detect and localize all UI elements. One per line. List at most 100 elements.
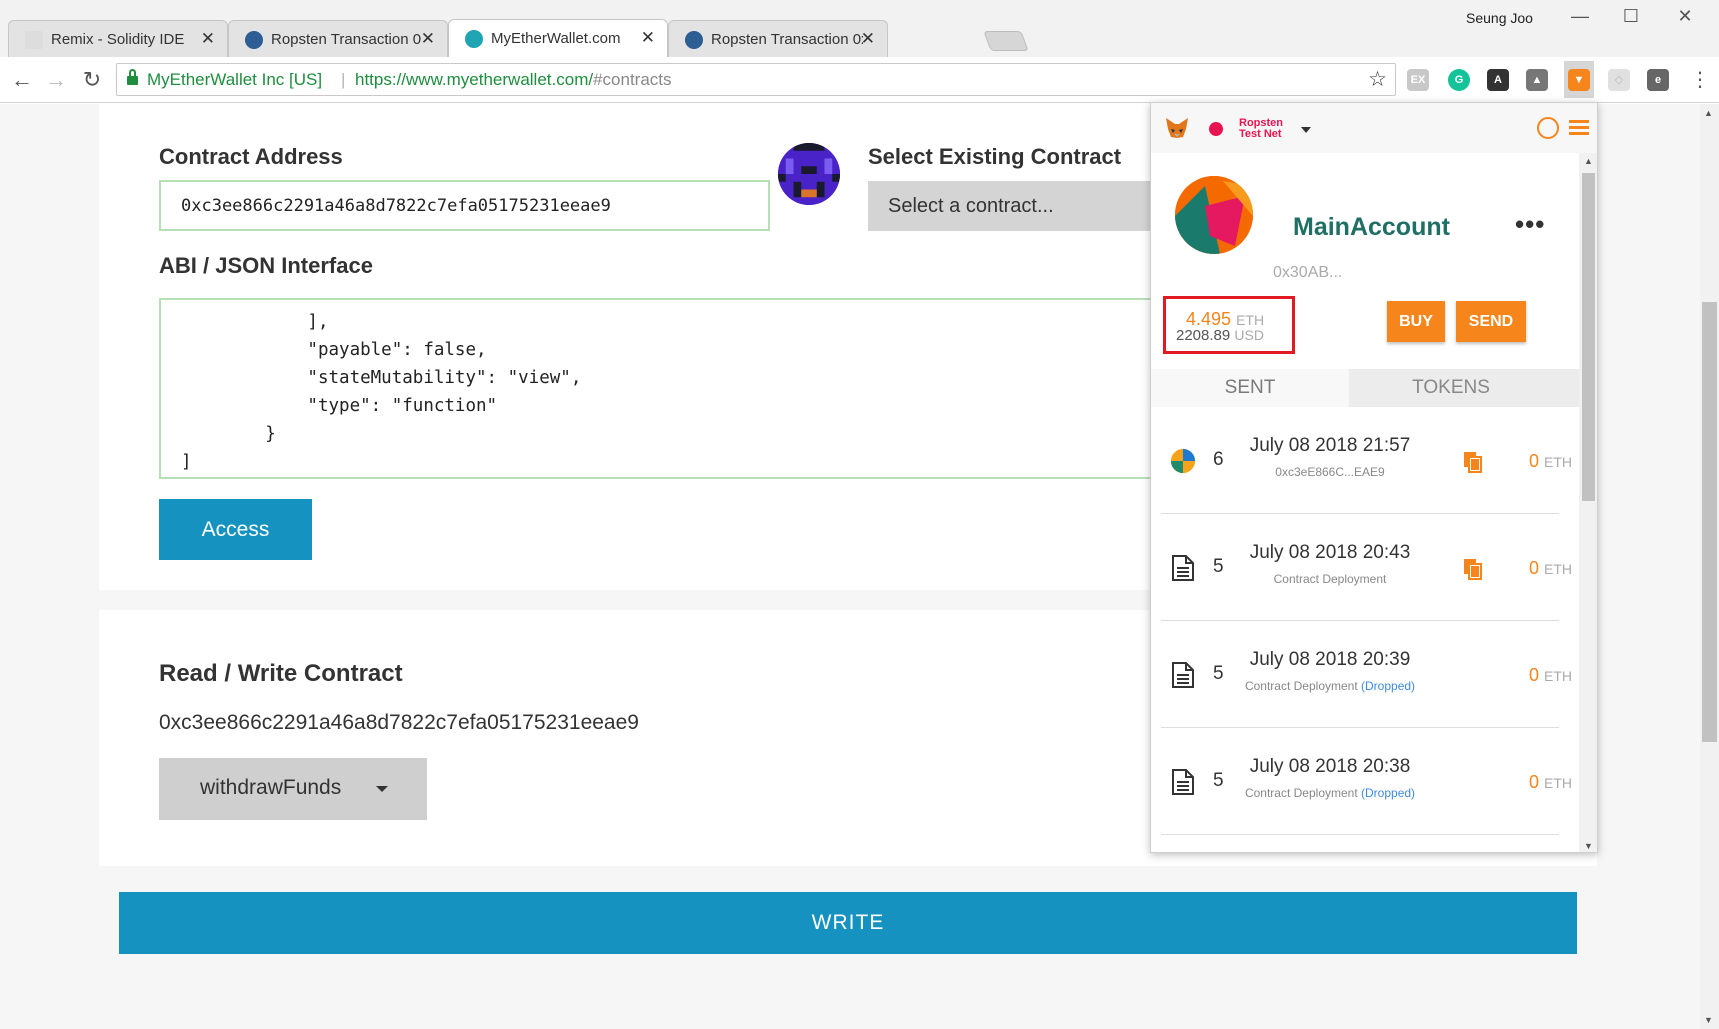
select-contract-dropdown[interactable]: Select a contract... — [868, 181, 1153, 231]
scroll-up-icon[interactable]: ▲ — [1704, 108, 1713, 118]
account-identicon — [1175, 176, 1253, 254]
transaction-amount-value: 0 — [1528, 451, 1539, 471]
close-tab-icon[interactable]: ✕ — [421, 29, 435, 49]
address-separator: | — [341, 70, 346, 89]
transaction-date: July 08 2018 20:39 — [1249, 649, 1411, 670]
ex-icon[interactable]: EX — [1407, 69, 1429, 91]
transaction-row[interactable]: 6 July 08 2018 21:57 0xc3eE866C...EAE9 0… — [1151, 407, 1579, 514]
hamburger-menu-icon[interactable] — [1569, 120, 1589, 138]
browser-tab-strip: Remix - Solidity IDE ✕ Ropsten Transacti… — [0, 0, 1719, 57]
account-options-icon[interactable]: ••• — [1515, 209, 1545, 240]
transaction-status: (Dropped) — [1361, 786, 1416, 800]
transaction-date: July 08 2018 20:38 — [1249, 756, 1411, 777]
network-status-dot — [1209, 122, 1223, 136]
myetherwallet-icon — [465, 30, 483, 48]
browser-tab-ropsten-1[interactable]: Ropsten Transaction 0xa ✕ — [228, 20, 448, 57]
minimize-icon[interactable]: — — [1565, 6, 1595, 27]
shield-icon[interactable]: ◇ — [1608, 69, 1630, 91]
transaction-amount: 0 ETH — [1477, 772, 1572, 793]
document-icon — [1172, 555, 1194, 581]
scroll-down-icon[interactable]: ▼ — [1704, 1015, 1713, 1025]
access-button[interactable]: Access — [159, 499, 312, 560]
balance-eth-unit: ETH — [1236, 312, 1265, 328]
browser-tab-ropsten-2[interactable]: Ropsten Transaction 0x4 ✕ — [668, 20, 888, 57]
scroll-up-icon[interactable]: ▲ — [1584, 156, 1593, 166]
function-selected: withdrawFunds — [200, 776, 342, 799]
document-icon — [1172, 662, 1194, 688]
metamask-fox-icon[interactable]: ▼ — [1568, 69, 1590, 91]
url-text[interactable]: https://www.myetherwallet.com/#contracts — [355, 70, 672, 90]
transaction-list: 6 July 08 2018 21:57 0xc3eE866C...EAE9 0… — [1151, 407, 1579, 852]
select-contract-placeholder: Select a contract... — [888, 195, 1054, 217]
etherscan-icon — [245, 31, 263, 49]
transaction-amount-value: 0 — [1528, 558, 1539, 578]
transaction-amount-unit: ETH — [1544, 775, 1572, 791]
transaction-subtitle: 0xc3eE866C...EAE9 — [1223, 465, 1437, 479]
url-host: https://www.myetherwallet.com/ — [355, 70, 594, 89]
contract-address-value: 0xc3ee866c2291a46a8d7822c7efa05175231eea… — [181, 196, 611, 216]
transaction-subtitle: Contract Deployment (Dropped) — [1223, 679, 1437, 693]
balance-usd-value: 2208.89 — [1176, 327, 1231, 344]
maximize-icon[interactable]: ☐ — [1616, 6, 1646, 27]
new-tab-button[interactable] — [983, 31, 1029, 51]
contract-address-input[interactable]: 0xc3ee866c2291a46a8d7822c7efa05175231eea… — [159, 180, 770, 231]
metamask-scroll-thumb[interactable] — [1582, 173, 1595, 501]
transaction-nonce: 5 — [1213, 663, 1224, 684]
reload-icon[interactable]: ↻ — [78, 67, 106, 93]
tab-tokens[interactable]: TOKENS — [1351, 369, 1551, 407]
select-existing-contract-label: Select Existing Contract — [868, 144, 1122, 169]
close-tab-icon[interactable]: ✕ — [641, 28, 655, 48]
tab-sent[interactable]: SENT — [1151, 369, 1349, 407]
site-identity[interactable]: MyEtherWallet Inc [US] — [147, 70, 322, 90]
account-address[interactable]: 0x30AB... — [1273, 264, 1342, 282]
transaction-row[interactable]: 5 July 08 2018 20:39 Contract Deployment… — [1151, 621, 1579, 728]
write-button[interactable]: WRITE — [119, 892, 1577, 954]
bookmark-icon[interactable]: ▲ — [1526, 69, 1548, 91]
page-scrollbar[interactable]: ▲ ▼ — [1700, 104, 1719, 1029]
close-window-icon[interactable]: ✕ — [1670, 6, 1700, 27]
metamask-tabs: SENT TOKENS — [1151, 369, 1579, 407]
document-icon — [1172, 769, 1194, 795]
read-write-title: Read / Write Contract — [159, 660, 403, 687]
close-tab-icon[interactable]: ✕ — [201, 29, 215, 49]
row-divider — [1161, 834, 1559, 835]
browser-tab-myetherwallet[interactable]: MyEtherWallet.com ✕ — [448, 19, 668, 57]
browser-menu-icon[interactable]: ⋮ — [1690, 67, 1710, 92]
profile-name[interactable]: Seung Joo — [1466, 10, 1533, 26]
forward-icon[interactable]: → — [42, 67, 70, 93]
buy-button[interactable]: BUY — [1387, 301, 1445, 342]
evernote-icon[interactable]: e — [1647, 69, 1669, 91]
transaction-amount-unit: ETH — [1544, 668, 1572, 684]
transaction-row[interactable]: 5 July 08 2018 20:43 Contract Deployment… — [1151, 514, 1579, 621]
account-name[interactable]: MainAccount — [1293, 213, 1450, 242]
tab-title: Remix - Solidity IDE — [51, 31, 185, 48]
transaction-sub-text: 0xc3eE866C...EAE9 — [1275, 465, 1385, 479]
tab-title: Ropsten Transaction 0xa — [271, 31, 421, 48]
browser-tab-remix[interactable]: Remix - Solidity IDE ✕ — [8, 20, 228, 57]
function-dropdown[interactable]: withdrawFunds — [159, 758, 427, 820]
balance-usd: 2208.89 USD — [1176, 327, 1264, 344]
grammarly-icon[interactable]: G — [1448, 69, 1470, 91]
transaction-date: July 08 2018 21:57 — [1249, 435, 1411, 456]
account-switch-icon[interactable] — [1537, 117, 1559, 139]
a-icon[interactable]: A — [1487, 69, 1509, 91]
network-caret-icon[interactable] — [1301, 127, 1311, 133]
address-bar[interactable]: MyEtherWallet Inc [US] | https://www.mye… — [116, 63, 1396, 96]
remix-icon — [25, 31, 43, 49]
transaction-row[interactable]: 5 July 08 2018 20:38 Contract Deployment… — [1151, 728, 1579, 835]
network-name-line2: Test Net — [1239, 128, 1282, 140]
transaction-amount: 0 ETH — [1477, 665, 1572, 686]
metamask-scrollbar[interactable]: ▲ ▼ — [1579, 153, 1597, 852]
recipient-identicon — [1170, 448, 1196, 474]
bookmark-star-icon[interactable]: ☆ — [1368, 67, 1387, 92]
send-button[interactable]: SEND — [1456, 301, 1526, 342]
url-path: #contracts — [593, 70, 672, 89]
back-icon[interactable]: ← — [8, 67, 36, 93]
page-scroll-thumb[interactable] — [1702, 302, 1717, 742]
close-tab-icon[interactable]: ✕ — [861, 29, 875, 49]
abi-textarea[interactable]: ], "payable": false, "stateMutability": … — [159, 298, 1154, 479]
balance-highlight: 4.495 ETH 2208.89 USD — [1163, 296, 1295, 354]
network-selector[interactable]: Ropsten Test Net — [1239, 118, 1283, 140]
metamask-fox-icon[interactable] — [1165, 117, 1189, 139]
scroll-down-icon[interactable]: ▼ — [1584, 841, 1593, 851]
